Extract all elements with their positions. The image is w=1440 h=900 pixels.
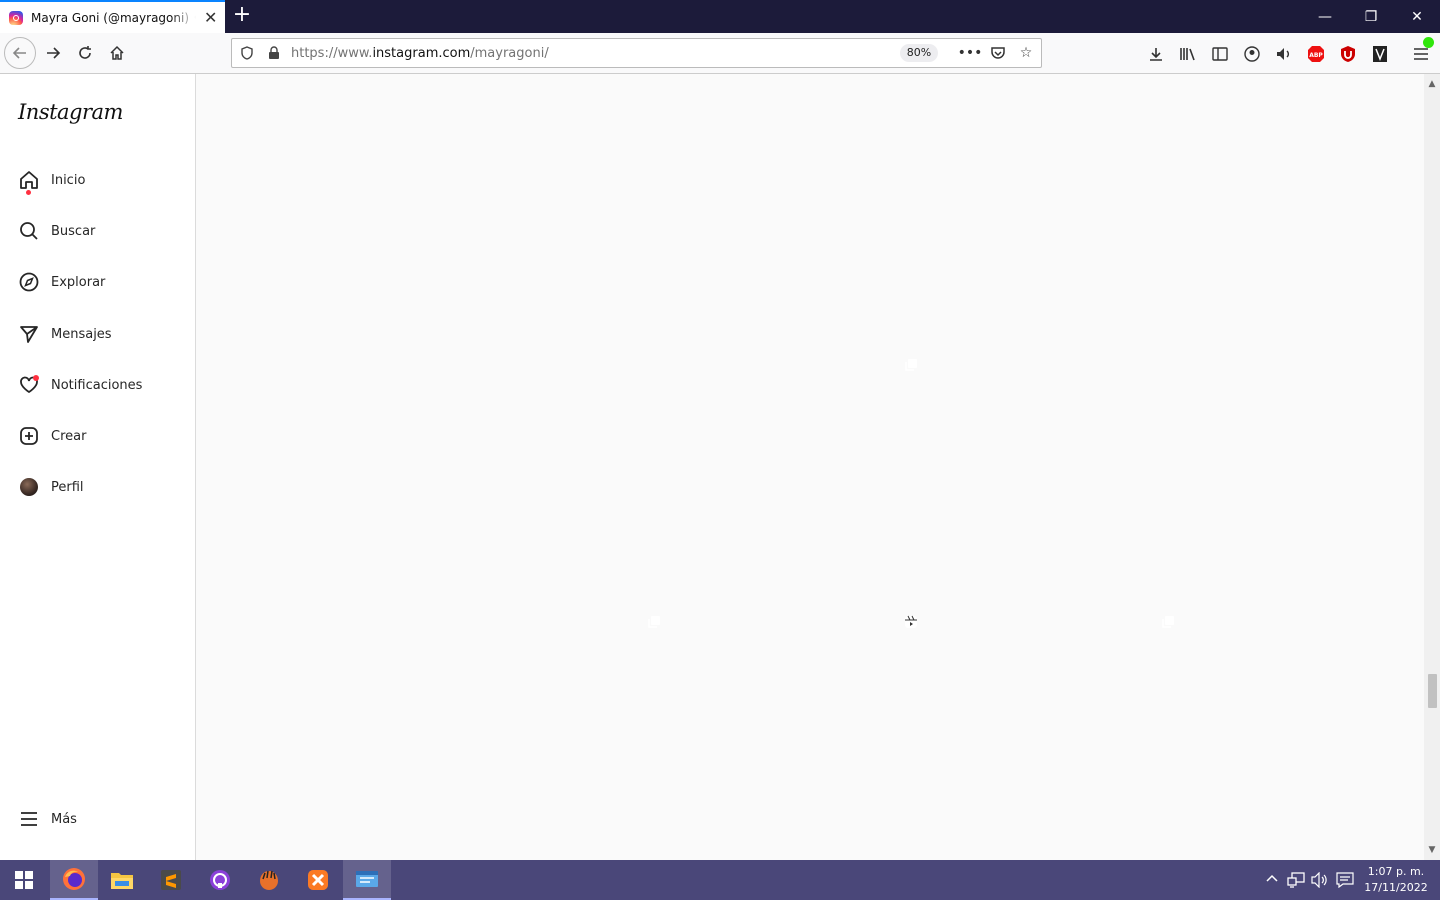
notification-dot (33, 375, 39, 381)
minimize-button[interactable]: — (1302, 0, 1348, 33)
profile-posts-grid (196, 74, 1424, 860)
reload-icon (79, 46, 91, 59)
sidebar-icon[interactable] (1209, 43, 1231, 65)
account-icon[interactable] (1241, 43, 1263, 65)
sidebar-item-perfil[interactable]: Perfil (0, 467, 195, 507)
post-thumbnail[interactable] (435, 93, 669, 327)
profile-avatar (18, 476, 40, 498)
system-clock[interactable]: 1:07 p. m. 17/11/2022 (1356, 864, 1436, 896)
xampp-icon[interactable] (294, 860, 342, 900)
new-tab-button[interactable]: + (230, 4, 254, 28)
post-thumbnail[interactable] (949, 606, 1183, 840)
sublime-text-icon[interactable] (147, 860, 195, 900)
downloads-icon[interactable] (1145, 43, 1167, 65)
scroll-down-arrow-icon[interactable]: ▼ (1424, 842, 1440, 858)
carousel-icon (904, 357, 918, 371)
speaker-icon[interactable] (1273, 43, 1295, 65)
messenger-icon (18, 323, 40, 345)
post-thumbnail[interactable] (692, 349, 926, 583)
post-thumbnail[interactable] (435, 606, 669, 840)
back-arrow-icon (12, 47, 26, 59)
sidebar-item-explorar[interactable]: Explorar (0, 262, 195, 302)
instagram-sidebar: Instagram Inicio Buscar Explorar Mensaje… (0, 74, 196, 860)
sidebar-item-label: Buscar (51, 223, 96, 239)
network-icon[interactable] (1287, 872, 1305, 892)
windows-start-icon[interactable] (0, 860, 48, 900)
browser-titlebar: Mayra Goni (@mayragoni) • Fotos y videos… (0, 0, 1440, 33)
adblock-plus-icon[interactable]: ABP (1305, 43, 1327, 65)
search-icon (18, 220, 40, 242)
sidebar-item-label: Crear (51, 428, 87, 444)
browser-tab[interactable]: Mayra Goni (@mayragoni) • Fotos y videos… (0, 0, 225, 33)
heart-icon (18, 374, 40, 396)
sidebar-item-notificaciones[interactable]: Notificaciones (0, 365, 195, 405)
zoom-level[interactable]: 80% (900, 44, 938, 62)
bookmark-star-icon[interactable]: ☆ (1016, 43, 1036, 63)
app-icon[interactable] (245, 860, 293, 900)
volume-icon[interactable] (1311, 871, 1329, 892)
file-explorer-icon[interactable] (98, 860, 146, 900)
forward-arrow-icon (47, 47, 61, 59)
ublock-icon[interactable] (1337, 43, 1359, 65)
menu-icon[interactable] (1410, 37, 1434, 65)
sidebar-item-label: Mensajes (51, 326, 112, 342)
back-button[interactable] (4, 37, 36, 69)
scroll-up-arrow-icon[interactable]: ▲ (1424, 76, 1440, 92)
instagram-logo[interactable]: Instagram (18, 100, 123, 124)
post-thumbnail[interactable] (692, 606, 926, 840)
sidebar-item-label: Más (51, 811, 77, 827)
notification-dot (26, 190, 31, 195)
sidebar-item-mas[interactable]: Más (0, 799, 195, 839)
home-icon (18, 169, 40, 195)
sidebar-item-inicio[interactable]: Inicio (0, 160, 195, 200)
pocket-icon[interactable] (988, 43, 1008, 63)
post-thumbnail[interactable] (692, 93, 926, 327)
sidebar-item-label: Explorar (51, 274, 106, 290)
more-actions-icon[interactable]: ••• (958, 43, 983, 63)
shield-icon[interactable] (237, 43, 257, 63)
app-window-icon[interactable] (343, 860, 391, 900)
chevron-up-icon[interactable] (1266, 872, 1278, 887)
instagram-favicon (9, 10, 23, 25)
reel-icon (904, 614, 918, 628)
lock-icon[interactable] (264, 43, 284, 63)
url-text[interactable]: https://www.instagram.com/mayragoni/ (291, 46, 549, 61)
carousel-icon (647, 614, 661, 628)
post-thumbnail[interactable] (435, 349, 669, 583)
carousel-icon (1161, 614, 1175, 628)
forward-button[interactable] (38, 38, 68, 68)
sidebar-item-label: Perfil (51, 479, 84, 495)
sidebar-item-label: Inicio (51, 172, 86, 188)
compass-icon (18, 271, 40, 293)
tab-title: Mayra Goni (@mayragoni) • Fotos y videos… (31, 10, 196, 25)
restore-button[interactable]: ❐ (1348, 0, 1394, 33)
svg-text:ABP: ABP (1309, 52, 1323, 59)
hamburger-menu-icon (18, 808, 40, 830)
post-thumbnail[interactable] (949, 93, 1183, 327)
tab-close-icon[interactable]: ✕ (204, 8, 217, 27)
scrollbar-thumb[interactable] (1428, 674, 1437, 708)
sidebar-item-label: Notificaciones (51, 377, 143, 393)
plus-square-icon (18, 425, 40, 447)
library-icon[interactable] (1177, 43, 1199, 65)
page-scrollbar[interactable]: ▲ ▼ (1424, 74, 1440, 860)
sidebar-item-mensajes[interactable]: Mensajes (0, 314, 195, 354)
notifications-icon[interactable] (1336, 872, 1354, 892)
close-window-button[interactable]: ✕ (1394, 0, 1440, 33)
browser-navbar: https://www.instagram.com/mayragoni/ 80%… (0, 33, 1440, 74)
windows-taskbar: 1:07 p. m. 17/11/2022 (0, 860, 1440, 900)
address-bar[interactable]: https://www.instagram.com/mayragoni/ 80%… (231, 38, 1042, 68)
clock-time: 1:07 p. m. (1367, 865, 1425, 878)
extension-icon[interactable] (1369, 43, 1391, 65)
clock-date: 17/11/2022 (1364, 881, 1428, 894)
sidebar-item-crear[interactable]: Crear (0, 416, 195, 456)
sidebar-item-buscar[interactable]: Buscar (0, 211, 195, 251)
firefox-icon[interactable] (50, 860, 98, 900)
reload-button[interactable] (70, 38, 100, 68)
post-thumbnail[interactable] (949, 349, 1183, 583)
update-badge-icon (1423, 37, 1434, 48)
home-button[interactable] (102, 38, 132, 68)
github-desktop-icon[interactable] (196, 860, 244, 900)
home-icon (110, 45, 124, 60)
